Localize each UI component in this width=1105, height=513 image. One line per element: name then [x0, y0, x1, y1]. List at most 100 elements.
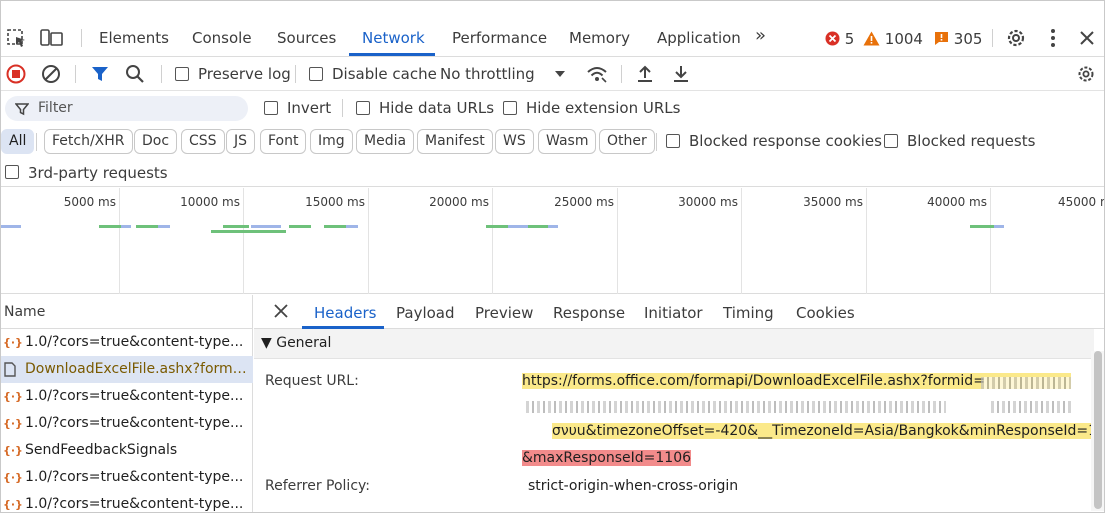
filter-row: Filter Invert Hide data URLs Hide extens… [1, 91, 1104, 125]
preserve-log-label: Preserve log [198, 65, 291, 83]
close-detail-icon[interactable] [272, 302, 290, 324]
redacted-text [981, 377, 1071, 389]
issues-counter[interactable]: 305 [934, 30, 982, 48]
tab-cookies[interactable]: Cookies [796, 304, 855, 322]
filter-input[interactable]: Filter [5, 96, 248, 121]
clear-icon[interactable] [40, 63, 62, 85]
divider [36, 133, 37, 151]
type-chip-css[interactable]: CSS [181, 129, 225, 154]
close-devtools-icon[interactable] [1075, 26, 1099, 50]
inspect-element-icon[interactable] [5, 27, 29, 49]
third-party-label: 3rd-party requests [28, 164, 168, 182]
tab-timing[interactable]: Timing [723, 304, 774, 322]
request-bar [528, 225, 548, 228]
name-column-header[interactable]: Name [1, 295, 253, 329]
redacted-text [991, 401, 1073, 413]
record-stop-icon[interactable] [5, 63, 27, 85]
tab-application[interactable]: Application [657, 29, 741, 47]
general-section-header[interactable]: ▼ General [254, 329, 1094, 359]
type-chip-all[interactable]: All [1, 129, 35, 154]
device-toolbar-icon[interactable] [39, 27, 63, 49]
request-row[interactable]: {·} 1.0/?cors=true&content-type... [1, 491, 253, 512]
scrollbar-thumb[interactable] [1094, 351, 1102, 509]
chevron-down-icon[interactable] [553, 67, 567, 81]
tab-response[interactable]: Response [553, 304, 625, 322]
hide-extension-urls-checkbox[interactable] [503, 101, 517, 115]
name-header-label: Name [4, 304, 46, 320]
request-list: Name {·} 1.0/?cors=true&content-type... … [1, 295, 253, 512]
third-party-checkbox[interactable] [5, 165, 19, 179]
export-har-icon[interactable] [670, 63, 692, 85]
tab-memory[interactable]: Memory [569, 29, 630, 47]
network-settings-gear-icon[interactable] [1075, 63, 1097, 85]
tab-sources[interactable]: Sources [277, 29, 336, 47]
warning-counter[interactable]: 1004 [863, 30, 923, 48]
request-name: 1.0/?cors=true&content-type... [25, 415, 244, 431]
error-counter[interactable]: 5 [825, 30, 854, 48]
redacted-text [526, 401, 946, 413]
detail-scrollbar[interactable] [1091, 351, 1104, 511]
request-bar [994, 225, 1004, 228]
tab-initiator[interactable]: Initiator [644, 304, 703, 322]
request-url-text: u&timezoneOffset=-420&__TimezoneId=Asia/… [576, 423, 1097, 439]
request-url-line3: σνυu&timezoneOffset=-420&__TimezoneId=As… [552, 423, 1097, 439]
gridline [741, 188, 742, 294]
disable-cache-checkbox[interactable] [309, 67, 323, 81]
type-chip-js[interactable]: JS [226, 129, 256, 154]
tab-console[interactable]: Console [192, 29, 252, 47]
type-chip-wasm[interactable]: Wasm [538, 129, 597, 154]
more-options-icon[interactable] [1041, 26, 1065, 50]
timeline-tick: 45000 m [1058, 195, 1104, 209]
tab-network[interactable]: Network [362, 29, 425, 47]
request-row[interactable]: {·} 1.0/?cors=true&content-type... [1, 329, 253, 356]
type-chip-font[interactable]: Font [260, 129, 307, 154]
disable-cache-label: Disable cache [332, 65, 437, 83]
tab-preview[interactable]: Preview [475, 304, 533, 322]
request-row[interactable]: {·} 1.0/?cors=true&content-type... [1, 410, 253, 437]
request-bar [324, 225, 346, 228]
request-bar [548, 225, 558, 228]
network-overview-timeline[interactable]: 5000 ms 10000 ms 15000 ms 20000 ms 25000… [1, 188, 1104, 294]
hide-data-urls-label: Hide data URLs [379, 99, 495, 117]
request-name: DownloadExcelFile.ashx?formi... [25, 361, 249, 377]
timeline-tick: 40000 ms [927, 195, 987, 209]
blocked-requests-checkbox[interactable] [884, 134, 898, 148]
blocked-response-cookies-checkbox[interactable] [666, 134, 680, 148]
settings-gear-icon[interactable] [1004, 26, 1028, 50]
tab-elements[interactable]: Elements [99, 29, 169, 47]
search-icon[interactable] [124, 63, 146, 85]
request-row[interactable]: {·} 1.0/?cors=true&content-type... [1, 383, 253, 410]
gridline [617, 188, 618, 294]
type-chip-other[interactable]: Other [599, 129, 655, 154]
import-har-icon[interactable] [634, 63, 656, 85]
type-chip-ws[interactable]: WS [495, 129, 534, 154]
more-tabs-icon[interactable]: » [755, 25, 766, 46]
invert-checkbox[interactable] [264, 101, 278, 115]
timeline-tick: 25000 ms [554, 195, 614, 209]
tab-performance[interactable]: Performance [452, 29, 547, 47]
request-row[interactable]: {·} SendFeedbackSignals [1, 437, 253, 464]
type-chip-img[interactable]: Img [310, 129, 353, 154]
type-chip-doc[interactable]: Doc [134, 129, 178, 154]
tab-payload[interactable]: Payload [396, 304, 455, 322]
request-row-selected[interactable]: DownloadExcelFile.ashx?formi... [1, 356, 253, 383]
timeline-tick: 20000 ms [429, 195, 489, 209]
throttling-select[interactable]: No throttling [440, 65, 535, 83]
network-conditions-icon[interactable] [585, 63, 607, 85]
request-detail-panel: Headers Payload Preview Response Initiat… [254, 295, 1104, 512]
type-chip-fetch-xhr[interactable]: Fetch/XHR [44, 129, 133, 154]
filter-funnel-icon[interactable] [89, 63, 111, 85]
fetch-request-icon: {·} [3, 444, 23, 457]
request-url-line1: https://forms.office.com/formapi/Downloa… [522, 373, 985, 389]
request-row[interactable]: {·} 1.0/?cors=true&content-type... [1, 464, 253, 491]
type-chip-manifest[interactable]: Manifest [417, 129, 493, 154]
tab-headers[interactable]: Headers [314, 304, 376, 322]
type-chip-media[interactable]: Media [356, 129, 415, 154]
error-count: 5 [844, 30, 855, 48]
hide-data-urls-checkbox[interactable] [356, 101, 370, 115]
hide-extension-urls-label: Hide extension URLs [526, 99, 681, 117]
devtools-window: Elements Console Sources Network Perform… [0, 0, 1105, 513]
preserve-log-checkbox[interactable] [175, 67, 189, 81]
referrer-policy-label: Referrer Policy: [265, 478, 370, 494]
request-bar [289, 225, 311, 228]
